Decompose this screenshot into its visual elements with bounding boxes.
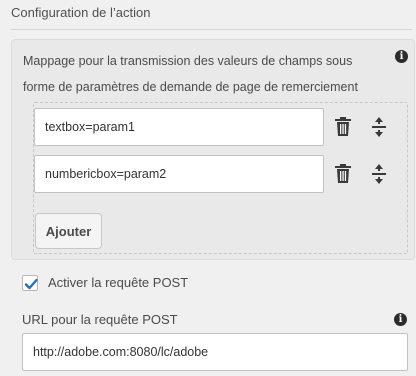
trash-icon[interactable] <box>334 164 352 184</box>
trash-icon[interactable] <box>334 117 352 137</box>
mapping-panel: Mappage pour la transmission des valeurs… <box>11 39 415 260</box>
info-icon[interactable]: i <box>394 313 407 326</box>
section-title: Configuration de l’action <box>11 5 151 20</box>
info-icon[interactable]: i <box>395 50 408 63</box>
post-request-checkbox[interactable] <box>22 275 38 291</box>
mapping-field-input[interactable] <box>34 155 324 193</box>
mapping-list: Ajouter <box>33 102 408 254</box>
move-vertical-icon[interactable] <box>370 116 388 138</box>
mapping-description: Mappage pour la transmission des valeurs… <box>23 54 358 94</box>
mapping-field-input[interactable] <box>34 108 324 146</box>
post-url-label: URL pour la requête POST <box>22 312 178 327</box>
move-vertical-icon[interactable] <box>370 163 388 185</box>
checkmark-icon <box>24 278 38 290</box>
add-mapping-button[interactable]: Ajouter <box>35 213 102 249</box>
mapping-row <box>34 155 409 193</box>
post-url-input[interactable] <box>22 333 408 371</box>
section-divider <box>11 29 412 30</box>
post-request-label: Activer la requête POST <box>48 275 189 290</box>
mapping-row <box>34 108 409 146</box>
